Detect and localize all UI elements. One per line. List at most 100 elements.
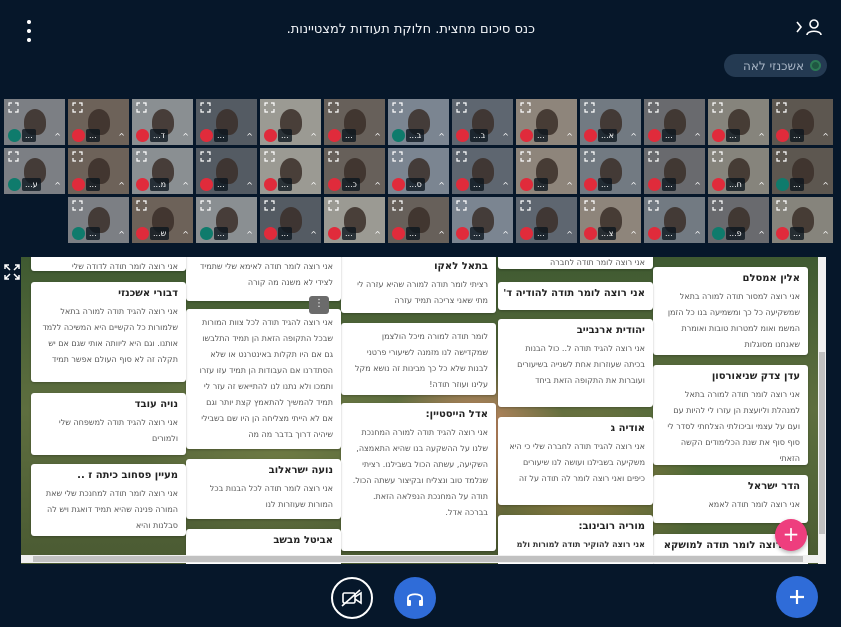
chevron-up-icon[interactable]: ^ <box>630 132 637 141</box>
expand-icon[interactable] <box>328 102 339 113</box>
chevron-up-icon[interactable]: ^ <box>502 132 509 141</box>
board-card[interactable]: אדל הייסטיין: אני רוצה להגיד תודה למורה ה… <box>341 403 496 551</box>
expand-icon[interactable] <box>520 102 531 113</box>
video-tile[interactable]: ... ^ <box>772 99 833 145</box>
board-horizontal-scrollbar[interactable] <box>21 555 818 563</box>
board-card[interactable]: אני רוצה לומר תודה לחברה <box>498 257 653 269</box>
horizontal-scroll-thumb[interactable] <box>33 556 803 562</box>
board-card[interactable]: דבורי אשכנזי אני רוצה להגיד תודה למורה בת… <box>31 282 186 382</box>
chevron-up-icon[interactable]: ^ <box>374 132 381 141</box>
chevron-up-icon[interactable]: ^ <box>566 181 573 190</box>
expand-icon[interactable] <box>776 151 787 162</box>
video-tile[interactable]: ... ^ <box>580 148 641 194</box>
chevron-up-icon[interactable]: ^ <box>822 132 829 141</box>
chevron-up-icon[interactable]: ^ <box>502 230 509 239</box>
video-tile[interactable]: ... ^ <box>388 197 449 243</box>
chevron-up-icon[interactable]: ^ <box>182 132 189 141</box>
fullscreen-icon[interactable] <box>4 264 20 280</box>
video-tile[interactable]: ... ^ <box>452 148 513 194</box>
video-tile[interactable]: ... ^ <box>516 99 577 145</box>
board-card[interactable]: אודיה ג אני רוצה להגיד תודה לחברה שלי כי … <box>498 417 653 505</box>
chevron-up-icon[interactable]: ^ <box>246 230 253 239</box>
shared-board[interactable]: אלין אמסלם אני רוצה למסור תודה למורה בתאל… <box>21 257 818 564</box>
board-card[interactable]: אני רוצה לומר תודה להודיה ד' <box>498 282 653 310</box>
video-tile[interactable]: ... ^ <box>68 197 129 243</box>
chevron-up-icon[interactable]: ^ <box>630 230 637 239</box>
share-webcam-button[interactable] <box>331 577 373 619</box>
expand-icon[interactable] <box>456 102 467 113</box>
video-tile[interactable]: ח... ^ <box>708 148 769 194</box>
board-card[interactable]: נועה ישראלוב אני רוצה לומר תודה לכל הבנות… <box>186 459 341 519</box>
expand-icon[interactable] <box>264 151 275 162</box>
video-tile[interactable]: מ... ^ <box>132 148 193 194</box>
video-tile[interactable]: ... ^ <box>772 197 833 243</box>
expand-icon[interactable] <box>776 200 787 211</box>
video-tile[interactable]: ... ^ <box>708 99 769 145</box>
board-vertical-scrollbar[interactable] <box>818 257 826 564</box>
video-tile[interactable]: ... ^ <box>324 197 385 243</box>
video-tile[interactable]: צ... ^ <box>580 197 641 243</box>
chevron-up-icon[interactable]: ^ <box>694 181 701 190</box>
video-tile[interactable]: ... ^ <box>196 99 257 145</box>
expand-icon[interactable] <box>712 102 723 113</box>
expand-icon[interactable] <box>264 200 275 211</box>
expand-icon[interactable] <box>648 151 659 162</box>
user-list-toggle[interactable] <box>795 18 823 36</box>
video-tile[interactable]: ב... ^ <box>388 99 449 145</box>
chevron-up-icon[interactable]: ^ <box>822 230 829 239</box>
video-tile[interactable]: ... ^ <box>68 99 129 145</box>
expand-icon[interactable] <box>72 151 83 162</box>
expand-icon[interactable] <box>8 151 19 162</box>
expand-icon[interactable] <box>712 200 723 211</box>
options-menu-icon[interactable] <box>22 20 36 42</box>
video-tile[interactable]: ... ^ <box>516 148 577 194</box>
chevron-up-icon[interactable]: ^ <box>566 132 573 141</box>
chevron-up-icon[interactable]: ^ <box>438 132 445 141</box>
expand-icon[interactable] <box>520 200 531 211</box>
expand-icon[interactable] <box>392 151 403 162</box>
board-card[interactable]: אני רוצה לומר תודה לדודה שלי <box>31 257 186 271</box>
expand-icon[interactable] <box>648 200 659 211</box>
expand-icon[interactable] <box>136 151 147 162</box>
video-tile[interactable]: ד... ^ <box>132 99 193 145</box>
video-tile[interactable]: ע... ^ <box>4 148 65 194</box>
chevron-up-icon[interactable]: ^ <box>758 230 765 239</box>
chevron-up-icon[interactable]: ^ <box>630 181 637 190</box>
chevron-up-icon[interactable]: ^ <box>310 230 317 239</box>
expand-icon[interactable] <box>200 102 211 113</box>
expand-icon[interactable] <box>584 200 595 211</box>
board-card[interactable]: אני רוצה להגיד תודה לכל צוות המורות שבכל… <box>186 309 341 449</box>
video-tile[interactable]: ... ^ <box>644 148 705 194</box>
chevron-up-icon[interactable]: ^ <box>758 132 765 141</box>
join-audio-button[interactable] <box>394 577 436 619</box>
video-tile[interactable]: א... ^ <box>580 99 641 145</box>
expand-icon[interactable] <box>72 200 83 211</box>
chevron-up-icon[interactable]: ^ <box>182 181 189 190</box>
chevron-up-icon[interactable]: ^ <box>310 132 317 141</box>
chevron-up-icon[interactable]: ^ <box>54 181 61 190</box>
expand-icon[interactable] <box>200 200 211 211</box>
video-tile[interactable]: כ... ^ <box>324 148 385 194</box>
expand-icon[interactable] <box>392 200 403 211</box>
chevron-up-icon[interactable]: ^ <box>502 181 509 190</box>
video-tile[interactable]: ... ^ <box>644 197 705 243</box>
add-post-button[interactable]: + <box>775 519 807 551</box>
video-tile[interactable]: ... ^ <box>4 99 65 145</box>
chevron-up-icon[interactable]: ^ <box>374 181 381 190</box>
chevron-up-icon[interactable]: ^ <box>758 181 765 190</box>
expand-icon[interactable] <box>264 102 275 113</box>
board-card[interactable]: יהודית ארנבייב אני רוצה להגיד תודה ל.. כו… <box>498 319 653 407</box>
presenter-badge[interactable]: אשכנזי לאה <box>724 54 827 77</box>
video-tile[interactable]: ס... ^ <box>388 148 449 194</box>
expand-icon[interactable] <box>456 151 467 162</box>
video-tile[interactable]: ... ^ <box>196 148 257 194</box>
expand-icon[interactable] <box>200 151 211 162</box>
chevron-up-icon[interactable]: ^ <box>182 230 189 239</box>
video-tile[interactable]: ... ^ <box>516 197 577 243</box>
board-card[interactable]: לומר תודה למורה מיכל הולצמן שמקדישה לנו … <box>341 323 496 395</box>
video-tile[interactable]: ... ^ <box>452 197 513 243</box>
video-tile[interactable]: ... ^ <box>196 197 257 243</box>
expand-icon[interactable] <box>328 200 339 211</box>
expand-icon[interactable] <box>136 102 147 113</box>
chevron-up-icon[interactable]: ^ <box>374 230 381 239</box>
